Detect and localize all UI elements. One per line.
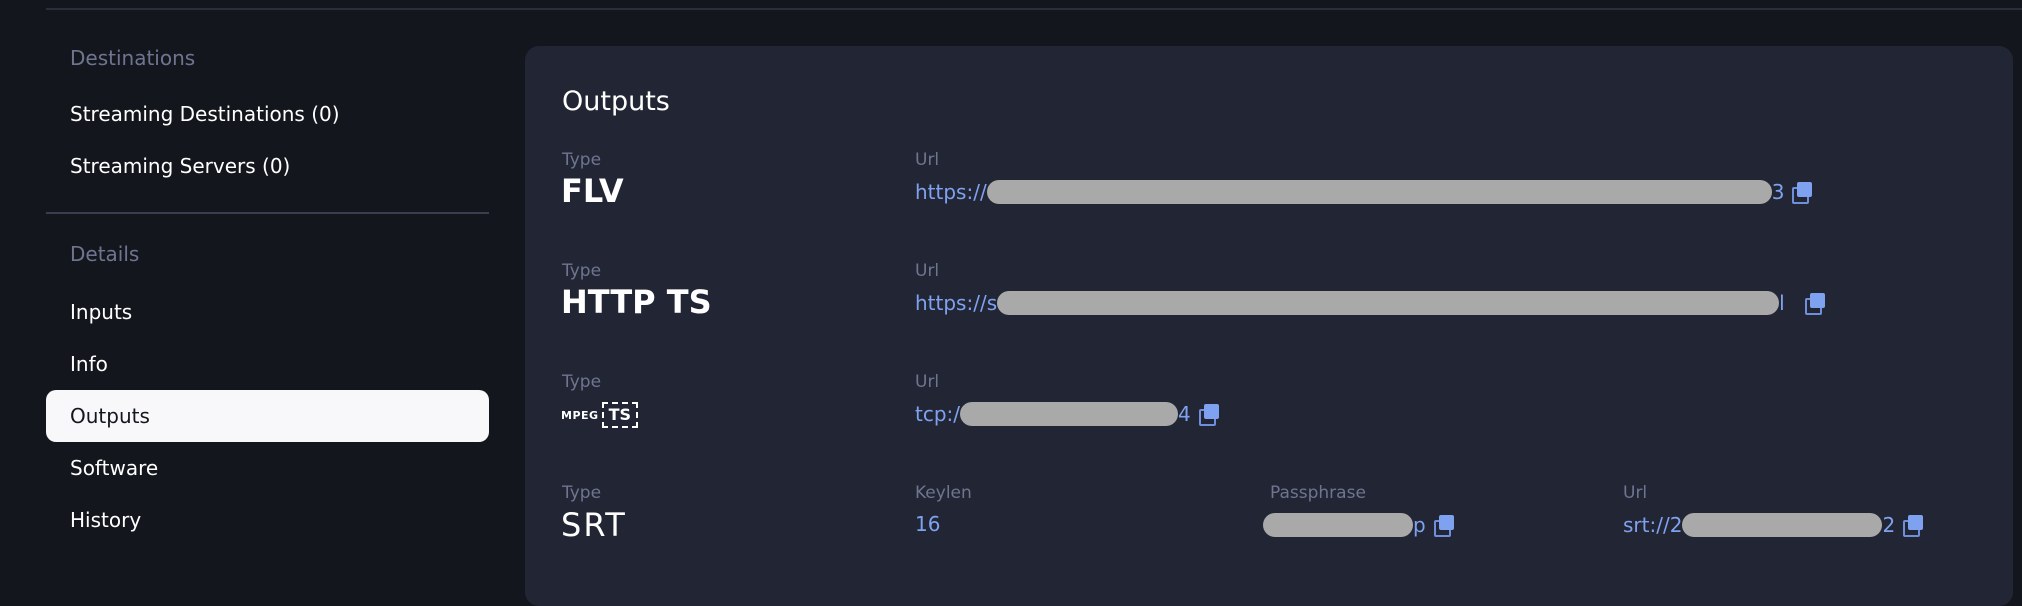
output-type-http-ts: HTTP TS [561,283,712,321]
copy-icon[interactable] [1903,515,1924,537]
outputs-panel: Outputs Type FLV Url https:// 3 Type HTT… [525,46,2013,606]
redacted-block [997,291,1780,315]
url-label: Url [915,261,940,281]
copy-icon[interactable] [1433,515,1454,537]
output-keylen-srt: 16 [915,512,941,536]
output-url-mpeg-ts[interactable]: tcp:/ 4 [915,402,1219,426]
output-url-srt[interactable]: srt://2 2 [1623,513,1924,537]
ts-logo-text: TS [601,402,638,428]
redacted-block [1682,513,1883,537]
type-label: Type [562,372,602,392]
output-passphrase-srt[interactable]: p [1263,513,1454,537]
top-divider [46,8,2022,10]
passphrase-suffix: p [1413,513,1426,537]
url-suffix: 2 [1882,513,1896,537]
output-type-mpeg-ts-logo: MPEG TS [561,402,638,428]
sidebar-item-history[interactable]: History [46,494,489,546]
sidebar-item-inputs[interactable]: Inputs [46,286,489,338]
url-suffix: l [1779,291,1785,315]
copy-icon[interactable] [1198,404,1219,426]
url-suffix: 3 [1771,180,1785,204]
output-url-flv[interactable]: https:// 3 [915,180,1813,204]
type-label: Type [562,150,602,170]
output-type-srt-logo: SRT [561,506,627,544]
output-type-flv: FLV [561,172,624,210]
url-prefix: https:// [915,180,987,204]
url-suffix: 4 [1178,402,1191,426]
sidebar-item-streaming-servers[interactable]: Streaming Servers (0) [46,140,489,192]
copy-icon[interactable] [1792,182,1813,204]
type-label: Type [562,261,602,281]
sidebar-divider [46,212,489,214]
url-label: Url [915,150,940,170]
redacted-block [986,180,1772,204]
sidebar-item-info[interactable]: Info [46,338,489,390]
redacted-block [1263,513,1413,537]
redacted-block [960,402,1179,426]
sidebar-item-outputs[interactable]: Outputs [46,390,489,442]
output-url-http-ts[interactable]: https://s l [915,291,1825,315]
url-label: Url [1623,483,1648,503]
sidebar-item-software[interactable]: Software [46,442,489,494]
url-label: Url [915,372,940,392]
copy-icon[interactable] [1804,293,1825,315]
url-prefix: srt://2 [1623,513,1683,537]
type-label: Type [562,483,602,503]
mpeg-logo-text: MPEG [561,408,599,422]
passphrase-label: Passphrase [1270,483,1366,503]
url-prefix: https://s [915,291,998,315]
destinations-section-title: Destinations [70,46,196,70]
sidebar: Destinations Streaming Destinations (0) … [46,40,489,546]
keylen-label: Keylen [915,483,972,503]
details-section-title: Details [70,242,140,266]
url-prefix: tcp:/ [915,402,961,426]
page-title: Outputs [562,86,670,117]
sidebar-item-streaming-destinations[interactable]: Streaming Destinations (0) [46,88,489,140]
